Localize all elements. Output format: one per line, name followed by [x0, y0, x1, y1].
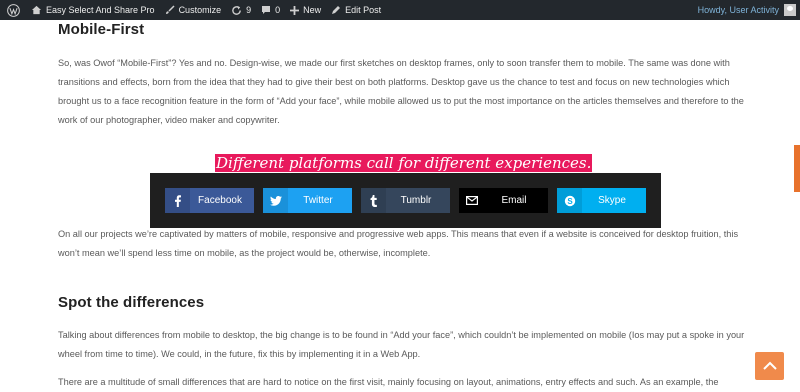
facebook-share-button[interactable]: Facebook — [165, 188, 254, 213]
facebook-icon — [165, 188, 190, 213]
customize-label: Customize — [178, 5, 222, 15]
user-account-menu[interactable]: Howdy, User Activity — [693, 0, 800, 20]
skype-share-label: Skype — [598, 195, 626, 206]
comments-menu[interactable]: 0 — [256, 0, 285, 20]
new-label: New — [303, 5, 322, 15]
paragraph-mobile-responsive: On all our projects we’re captivated by … — [58, 229, 739, 258]
chevron-up-icon — [762, 357, 777, 375]
updates-icon — [231, 5, 242, 16]
home-icon — [31, 5, 42, 15]
skype-share-button[interactable]: S Skype — [557, 188, 646, 213]
envelope-icon — [459, 188, 484, 213]
avatar — [784, 4, 796, 16]
share-popup: Facebook Twitter Tumblr Email S Skype — [150, 173, 661, 228]
email-share-button[interactable]: Email — [459, 188, 548, 213]
updates-count: 9 — [246, 5, 252, 15]
tumblr-share-button[interactable]: Tumblr — [361, 188, 450, 213]
site-name-menu[interactable]: Easy Select And Share Pro — [26, 0, 160, 20]
paragraph-mobile-first: So, was Owof “Mobile-First”? Yes and no.… — [58, 58, 744, 125]
selected-quote-highlight[interactable]: Different platforms call for different e… — [215, 154, 593, 172]
new-content-menu[interactable]: New — [285, 0, 326, 20]
email-share-label: Email — [501, 195, 527, 206]
edge-marker — [794, 145, 800, 192]
plus-icon — [290, 5, 300, 15]
svg-text:S: S — [567, 197, 573, 206]
twitter-share-button[interactable]: Twitter — [263, 188, 352, 213]
tumblr-share-label: Tumblr — [400, 195, 432, 206]
howdy-label: Howdy, User Activity — [697, 5, 779, 15]
comment-icon — [261, 5, 271, 15]
admin-bar: Easy Select And Share Pro Customize 9 0 … — [0, 0, 800, 20]
brush-icon — [165, 5, 175, 15]
pencil-icon — [331, 5, 341, 15]
edit-post-label: Edit Post — [345, 5, 382, 15]
facebook-share-label: Facebook — [198, 195, 242, 206]
wordpress-logo-icon[interactable] — [0, 0, 26, 20]
section-heading-mobile-first: Mobile-First — [58, 21, 145, 38]
scroll-to-top-button[interactable] — [755, 352, 784, 380]
paragraph-small-differences: There are a multitude of small differenc… — [58, 377, 719, 387]
skype-icon: S — [557, 188, 582, 213]
edit-post-menu[interactable]: Edit Post — [326, 0, 386, 20]
paragraph-differences: Talking about differences from mobile to… — [58, 330, 745, 359]
customize-menu[interactable]: Customize — [160, 0, 227, 20]
twitter-share-label: Twitter — [303, 195, 333, 206]
section-heading-spot-differences: Spot the differences — [58, 294, 205, 311]
tumblr-icon — [361, 188, 386, 213]
twitter-icon — [263, 188, 288, 213]
updates-menu[interactable]: 9 — [226, 0, 256, 20]
comments-count: 0 — [275, 5, 281, 15]
site-name-label: Easy Select And Share Pro — [46, 5, 155, 15]
